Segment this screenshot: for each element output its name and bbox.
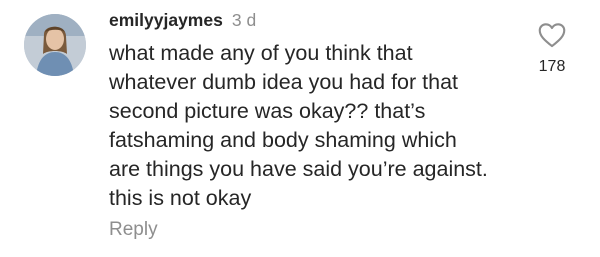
avatar-image	[24, 14, 86, 76]
comment-text: what made any of you think that whatever…	[109, 41, 488, 210]
timestamp: 3 d	[231, 10, 257, 30]
like-button[interactable]	[537, 20, 567, 50]
heart-outline-icon	[538, 23, 566, 48]
like-count: 178	[538, 58, 566, 75]
comment: emilyyjaymes 3 d what made any of you th…	[0, 0, 600, 257]
comment-header: emilyyjaymes 3 d	[109, 10, 256, 36]
username[interactable]: emilyyjaymes	[109, 10, 223, 31]
reply-button[interactable]: Reply	[109, 219, 158, 241]
avatar[interactable]	[24, 14, 86, 76]
